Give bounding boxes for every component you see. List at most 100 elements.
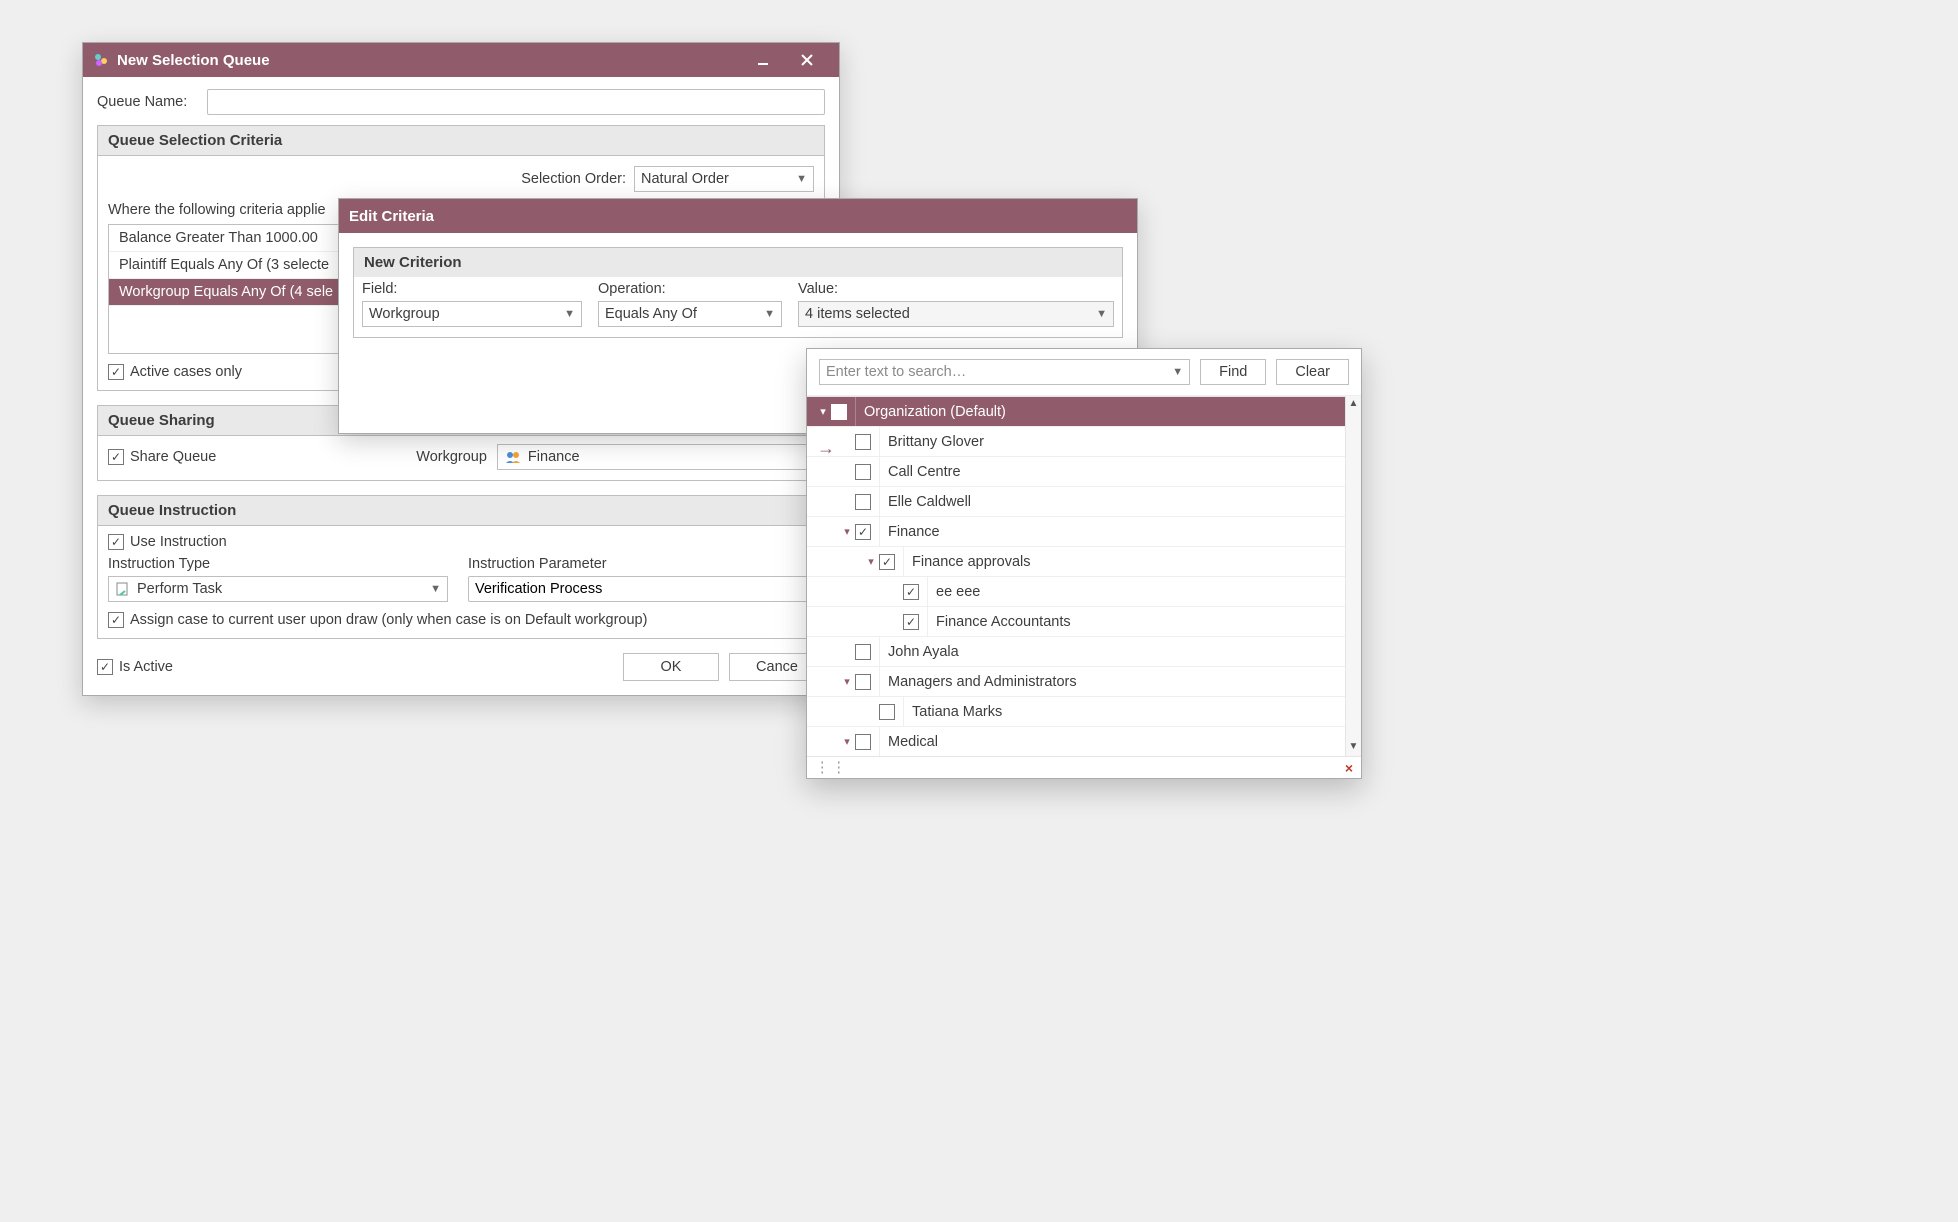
tree-row[interactable]: ▾Organization (Default) [807, 397, 1361, 427]
cancel-label: Cance [756, 659, 798, 675]
titlebar[interactable]: New Selection Queue [83, 43, 839, 77]
tree-checkbox[interactable] [855, 674, 871, 690]
tree-search-placeholder: Enter text to search… [826, 364, 966, 380]
tree-node-label: Brittany Glover [879, 427, 1361, 456]
operation-value: Equals Any Of [605, 306, 697, 322]
tree-row[interactable]: ▾ Managers and Administrators [807, 667, 1361, 697]
tree-checkbox[interactable] [831, 404, 847, 420]
tree-search-input[interactable]: Enter text to search… ▼ [819, 359, 1190, 385]
tree-row[interactable]: John Ayala [807, 637, 1361, 667]
queue-instruction-group: Queue Instruction ✓ Use Instruction Inst… [97, 495, 825, 639]
queue-instruction-title: Queue Instruction [98, 496, 824, 526]
clear-button[interactable]: Clear [1276, 359, 1349, 385]
tree-row[interactable]: Call Centre [807, 457, 1361, 487]
chevron-down-icon: ▼ [564, 308, 575, 320]
active-cases-only-checkbox[interactable]: ✓ Active cases only [108, 364, 242, 380]
checkbox-icon: ✓ [108, 364, 124, 380]
ok-button[interactable]: OK [623, 653, 719, 681]
chevron-down-icon: ▼ [430, 583, 441, 595]
workgroup-tree[interactable]: ▾Organization (Default)Brittany GloverCa… [807, 396, 1361, 756]
operation-label: Operation: [598, 281, 782, 297]
scroll-up-icon[interactable]: ▲ [1349, 396, 1359, 409]
tree-checkbox[interactable] [855, 734, 871, 750]
value-tree-dropdown: Enter text to search… ▼ Find Clear → ▾Or… [806, 348, 1362, 779]
window-title: Edit Criteria [349, 208, 434, 225]
close-button[interactable] [785, 43, 829, 77]
tree-node-label: Medical [879, 727, 1361, 756]
share-queue-checkbox[interactable]: ✓ Share Queue [108, 449, 216, 465]
tree-checkbox[interactable]: ✓ [855, 524, 871, 540]
tree-checkbox[interactable] [879, 704, 895, 720]
tree-row[interactable]: Brittany Glover [807, 427, 1361, 457]
tree-row[interactable]: ▾✓ Finance approvals [807, 547, 1361, 577]
find-label: Find [1219, 364, 1247, 380]
operation-combo[interactable]: Equals Any Of ▼ [598, 301, 782, 327]
tree-expand-icon[interactable]: ▾ [839, 525, 855, 538]
use-instruction-checkbox[interactable]: ✓ Use Instruction [108, 534, 227, 550]
new-criterion-group: New Criterion Field: Workgroup ▼ Operati… [353, 247, 1123, 338]
new-criterion-title: New Criterion [354, 248, 1122, 277]
tree-checkbox[interactable]: ✓ [903, 584, 919, 600]
resize-grip-icon[interactable]: ⋮⋮ [815, 760, 848, 776]
tree-checkbox[interactable]: ✓ [879, 554, 895, 570]
minimize-button[interactable] [741, 43, 785, 77]
tree-row[interactable]: Tatiana Marks [807, 697, 1361, 727]
tree-node-label: Managers and Administrators [879, 667, 1361, 696]
queue-name-input[interactable] [207, 89, 825, 115]
tree-row[interactable]: Elle Caldwell [807, 487, 1361, 517]
selection-criteria-title: Queue Selection Criteria [98, 126, 824, 156]
tree-row[interactable]: ▾✓Finance [807, 517, 1361, 547]
queue-icon [93, 52, 109, 68]
is-active-checkbox[interactable]: ✓ Is Active [97, 659, 173, 675]
tree-node-label: ee eee [927, 577, 1361, 606]
checkbox-icon: ✓ [108, 449, 124, 465]
field-value: Workgroup [369, 306, 440, 322]
value-value: 4 items selected [805, 306, 910, 322]
tree-checkbox[interactable] [855, 434, 871, 450]
checkbox-icon: ✓ [108, 534, 124, 550]
tree-row[interactable]: ✓ ee eee [807, 577, 1361, 607]
value-combo[interactable]: 4 items selected ▼ [798, 301, 1114, 327]
window-title: New Selection Queue [117, 52, 270, 69]
checkbox-icon: ✓ [97, 659, 113, 675]
share-queue-label: Share Queue [130, 449, 216, 465]
workgroup-display[interactable]: Finance [497, 444, 814, 470]
field-combo[interactable]: Workgroup ▼ [362, 301, 582, 327]
chevron-down-icon: ▼ [1172, 366, 1183, 378]
assign-case-label: Assign case to current user upon draw (o… [130, 612, 647, 628]
titlebar[interactable]: Edit Criteria [339, 199, 1137, 233]
selection-order-value: Natural Order [641, 171, 729, 187]
chevron-down-icon: ▼ [796, 173, 807, 185]
selection-order-combo[interactable]: Natural Order ▼ [634, 166, 814, 192]
tree-expand-icon[interactable]: ▾ [839, 735, 855, 748]
instruction-type-value: Perform Task [137, 581, 222, 597]
ok-label: OK [661, 659, 682, 675]
tree-checkbox[interactable] [855, 494, 871, 510]
value-label: Value: [798, 281, 1114, 297]
tree-row[interactable]: ▾ Medical [807, 727, 1361, 756]
assign-case-checkbox[interactable]: ✓ Assign case to current user upon draw … [108, 612, 647, 628]
tree-scrollbar[interactable]: ▲ ▼ [1345, 396, 1361, 756]
tree-expand-icon[interactable]: ▾ [863, 555, 879, 568]
tree-node-label: Finance approvals [903, 547, 1361, 576]
selection-order-label: Selection Order: [108, 171, 634, 187]
instruction-param-input[interactable] [468, 576, 808, 602]
tree-expand-icon[interactable]: ▾ [815, 405, 831, 418]
tree-checkbox[interactable] [855, 464, 871, 480]
tree-checkbox[interactable]: ✓ [903, 614, 919, 630]
queue-name-label: Queue Name: [97, 94, 207, 110]
checkbox-icon: ✓ [108, 612, 124, 628]
instruction-type-combo[interactable]: Perform Task ▼ [108, 576, 448, 602]
use-instruction-label: Use Instruction [130, 534, 227, 550]
tree-expand-icon[interactable]: ▾ [839, 675, 855, 688]
is-active-label: Is Active [119, 659, 173, 675]
tree-checkbox[interactable] [855, 644, 871, 660]
tree-node-label: Call Centre [879, 457, 1361, 486]
find-button[interactable]: Find [1200, 359, 1266, 385]
instruction-param-label: Instruction Parameter [468, 556, 808, 572]
instruction-type-label: Instruction Type [108, 556, 448, 572]
current-row-arrow-icon: → [817, 438, 835, 459]
dropdown-close-icon[interactable]: × [1345, 760, 1353, 776]
scroll-down-icon[interactable]: ▼ [1349, 739, 1359, 756]
tree-row[interactable]: ✓Finance Accountants [807, 607, 1361, 637]
